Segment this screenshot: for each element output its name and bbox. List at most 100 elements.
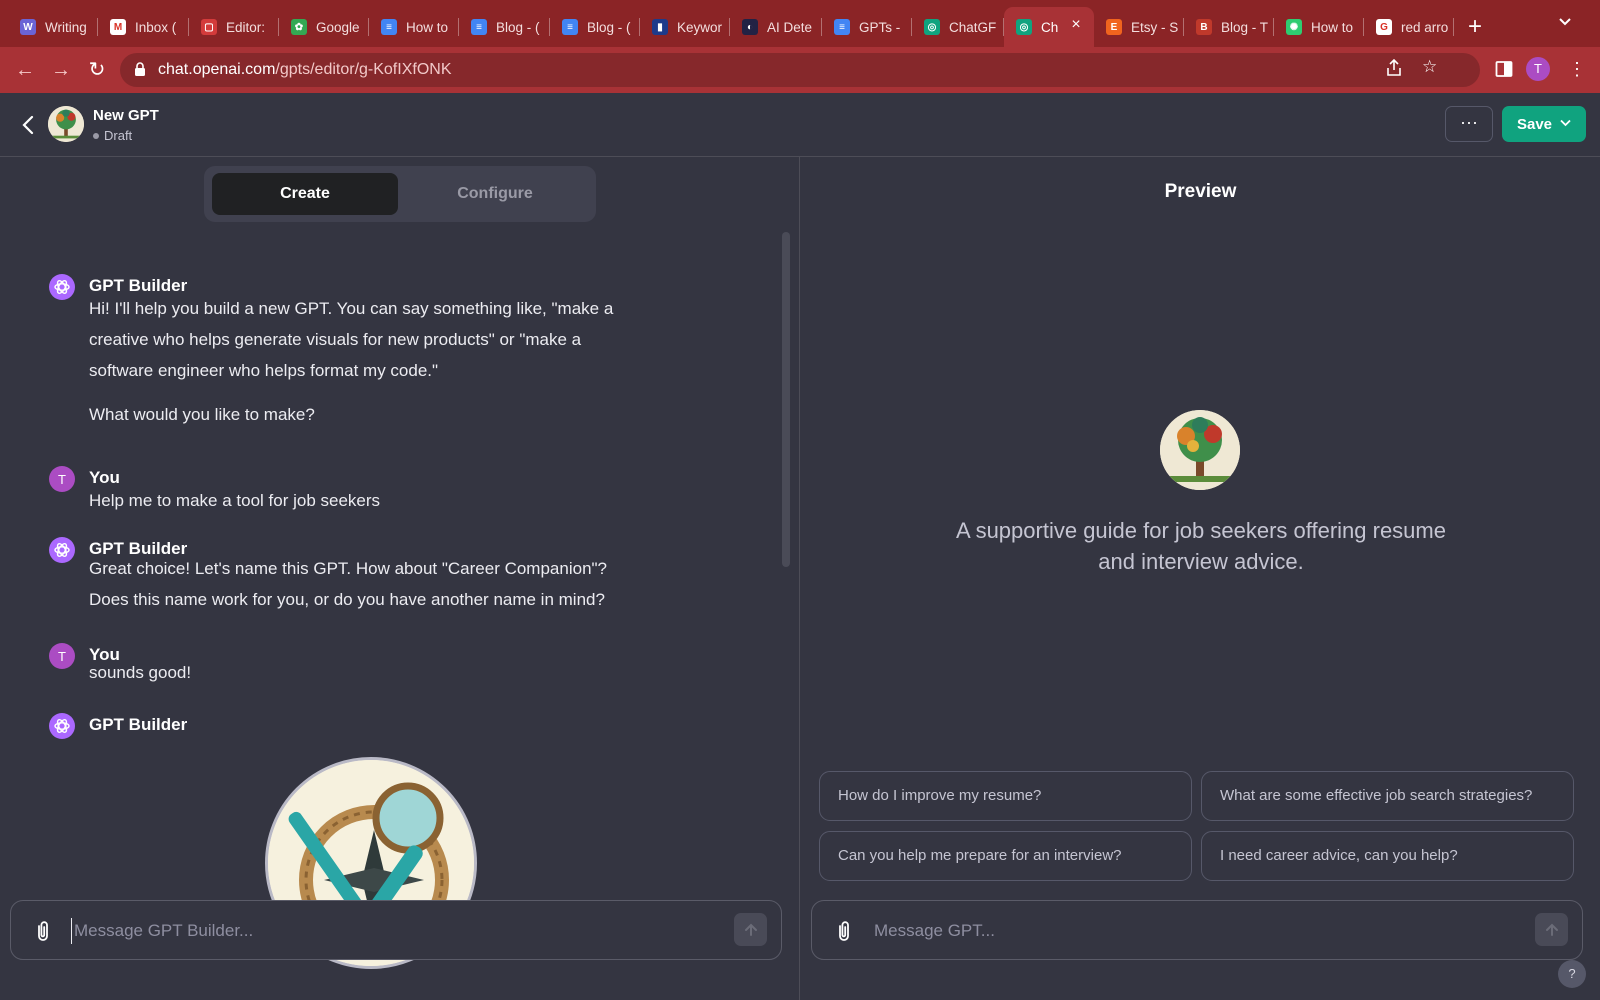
share-icon[interactable] [1386, 58, 1402, 82]
tab-title: How to [406, 19, 449, 35]
message-text: Great choice! Let's name this GPT. How a… [89, 559, 608, 609]
openai-logo-icon [49, 713, 75, 739]
message-text: sounds good! [89, 663, 192, 682]
bookmark-star-icon[interactable]: ☆ [1422, 57, 1437, 77]
preview-composer [811, 900, 1583, 960]
save-label: Save [1516, 115, 1553, 133]
openai-icon: ◎ [1016, 19, 1032, 35]
suggestion-chip[interactable]: Can you help me prepare for an interview… [819, 831, 1192, 881]
tab-title: Blog - ( [496, 19, 540, 35]
draft-status: Draft [93, 128, 132, 143]
send-button[interactable] [1535, 913, 1568, 946]
preview-gpt-avatar [1160, 410, 1240, 490]
suggestion-chip[interactable]: I need career advice, can you help? [1201, 831, 1574, 881]
editor-icon: ▢ [201, 19, 217, 35]
google-photos-icon: ✿ [291, 19, 307, 35]
browser-tab[interactable]: ✿ Google [279, 9, 369, 45]
browser-tab[interactable]: ≡ How to [369, 9, 459, 45]
preview-title: Preview [1164, 181, 1237, 202]
browser-tab[interactable]: E Etsy - S [1094, 9, 1184, 45]
back-chevron-icon[interactable] [16, 111, 40, 139]
tab-configure[interactable]: Configure [402, 173, 588, 215]
preview-panel: Preview A supportive guide for job seeke… [801, 157, 1600, 1000]
openai-logo-icon [49, 274, 75, 300]
tab-title: GPTs - [859, 19, 901, 35]
tab-create[interactable]: Create [212, 173, 398, 215]
writing-icon: W [20, 19, 36, 35]
browser-tab[interactable]: Gred arro [1364, 9, 1454, 45]
browser-tab[interactable]: ◎ ChatGF [912, 9, 1004, 45]
browser-tab[interactable]: ▮ Keywor [640, 9, 730, 45]
tab-title: ChatGF [949, 19, 997, 35]
chat-scrollbar[interactable] [782, 232, 790, 567]
chevron-down-icon [1560, 118, 1571, 130]
help-button[interactable]: ? [1558, 960, 1586, 988]
omnibox[interactable]: chat.openai.com/gpts/editor/g-KofIXfONK … [120, 53, 1480, 87]
tab-title: Editor: [226, 19, 266, 35]
browser-toolbar: ← → ↻ chat.openai.com/gpts/editor/g-KofI… [0, 47, 1600, 93]
tab-title: Google [316, 19, 360, 35]
browser-tab[interactable]: ✺ How to [1274, 9, 1364, 45]
send-arrow-icon [744, 923, 757, 936]
etsy-icon: E [1106, 19, 1122, 35]
browser-menu-icon[interactable]: ⋮ [1568, 57, 1586, 81]
keyword-icon: ▮ [652, 19, 668, 35]
send-button[interactable] [734, 913, 767, 946]
browser-tab[interactable]: ≡ Blog - ( [550, 9, 640, 45]
docs-icon: ≡ [381, 19, 397, 35]
tab-title: Keywor [677, 19, 723, 35]
close-tab-icon[interactable]: × [1066, 16, 1086, 34]
howto-icon: ✺ [1286, 19, 1302, 35]
message-text: Hi! I'll help you build a new GPT. You c… [89, 299, 614, 380]
tab-title: AI Dete [767, 19, 813, 35]
side-panel-icon[interactable] [1495, 60, 1513, 83]
more-options-button[interactable]: ··· [1445, 106, 1493, 142]
suggestion-chip[interactable]: What are some effective job search strat… [1201, 771, 1574, 821]
ai-detect-icon: ◐ [742, 19, 758, 35]
tab-title: Inbox ( [135, 19, 177, 35]
gpt-description: A supportive guide for job seekers offer… [956, 518, 1446, 574]
back-arrow-icon[interactable]: ← [12, 57, 38, 83]
save-button[interactable]: Save [1502, 106, 1586, 142]
browser-tab[interactable]: ◐ AI Dete [730, 9, 822, 45]
browser-tab[interactable]: B Blog - T [1184, 9, 1274, 45]
url-text[interactable]: chat.openai.com/gpts/editor/g-KofIXfONK [158, 61, 451, 79]
message-author: GPT Builder [89, 715, 188, 734]
preview-message-input[interactable] [872, 918, 1512, 944]
openai-logo-icon [49, 537, 75, 563]
browser-tab[interactable]: W Writing [8, 9, 98, 45]
user-avatar: T [49, 466, 75, 492]
browser-tab[interactable]: ≡ Blog - ( [459, 9, 550, 45]
user-avatar: T [49, 643, 75, 669]
browser-tab[interactable]: ◎ Ch × [1004, 7, 1094, 47]
builder-message-input[interactable] [71, 918, 711, 944]
docs-icon: ≡ [471, 19, 487, 35]
message-text: Help me to make a tool for job seekers [89, 491, 381, 510]
gpt-name: New GPT [93, 107, 159, 124]
paperclip-icon[interactable] [834, 919, 854, 948]
builder-panel: Create Configure GPT Builder Hi! I'll he… [0, 157, 800, 1000]
send-arrow-icon [1545, 923, 1558, 936]
docs-icon: ≡ [834, 19, 850, 35]
browser-tab[interactable]: ▢ Editor: [189, 9, 279, 45]
status-label: Draft [104, 128, 133, 143]
lock-icon[interactable] [134, 62, 146, 82]
tab-title: Ch [1041, 19, 1059, 35]
tab-title: Blog - ( [587, 19, 631, 35]
blog-icon: B [1196, 19, 1212, 35]
mode-switcher: Create Configure [204, 166, 596, 222]
gpt-avatar[interactable] [48, 106, 84, 142]
reload-icon[interactable]: ↻ [84, 57, 110, 83]
profile-avatar[interactable]: T [1526, 57, 1550, 81]
docs-icon: ≡ [562, 19, 578, 35]
browser-tab[interactable]: ≡ GPTs - [822, 9, 912, 45]
tab-title: Blog - T [1221, 19, 1268, 35]
suggestion-chip[interactable]: How do I improve my resume? [819, 771, 1192, 821]
browser-tab[interactable]: M Inbox ( [98, 9, 189, 45]
new-tab-button[interactable]: + [1468, 14, 1482, 40]
paperclip-icon[interactable] [33, 919, 53, 948]
tab-title: Etsy - S [1131, 19, 1178, 35]
forward-arrow-icon[interactable]: → [48, 57, 74, 83]
gmail-icon: M [110, 19, 126, 35]
tab-search-chevron-icon[interactable] [1558, 14, 1572, 30]
